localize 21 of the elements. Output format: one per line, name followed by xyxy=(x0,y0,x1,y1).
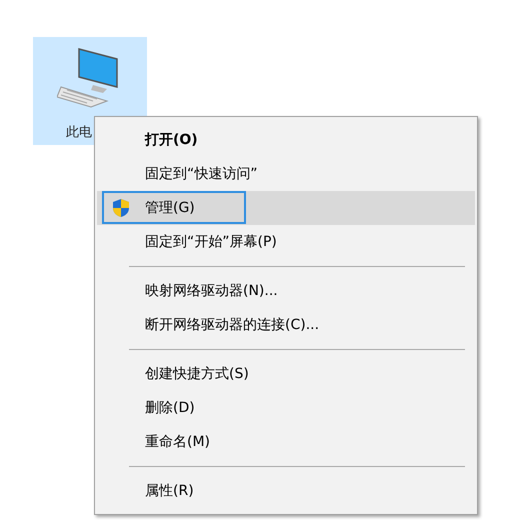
menu-item[interactable]: 创建快捷方式(S) xyxy=(97,357,475,391)
menu-item-label: 打开(O) xyxy=(145,130,198,150)
menu-item-label: 创建快捷方式(S) xyxy=(145,364,249,384)
menu-item-label: 管理(G) xyxy=(145,198,195,218)
menu-item-label: 映射网络驱动器(N)... xyxy=(145,282,278,300)
menu-item-label: 属性(R) xyxy=(145,482,194,500)
menu-item[interactable]: 重命名(M) xyxy=(97,425,475,459)
menu-item[interactable]: 属性(R) xyxy=(97,474,475,508)
menu-item-label: 固定到“开始”屏幕(P) xyxy=(145,232,277,252)
menu-item[interactable]: 删除(D) xyxy=(97,391,475,425)
menu-item[interactable]: 断开网络驱动器的连接(C)... xyxy=(97,308,475,342)
menu-item-label: 重命名(M) xyxy=(145,432,210,452)
icon-label: 此电 xyxy=(66,124,92,142)
menu-item-label: 删除(D) xyxy=(145,398,195,418)
shield-icon xyxy=(112,198,130,218)
menu-item-label: 断开网络驱动器的连接(C)... xyxy=(145,316,320,334)
menu-item[interactable]: 管理(G) xyxy=(97,191,475,225)
menu-item[interactable]: 固定到“快速访问” xyxy=(97,157,475,191)
menu-item[interactable]: 固定到“开始”屏幕(P) xyxy=(97,225,475,259)
menu-item-label: 固定到“快速访问” xyxy=(145,164,258,184)
menu-item[interactable]: 映射网络驱动器(N)... xyxy=(97,274,475,308)
